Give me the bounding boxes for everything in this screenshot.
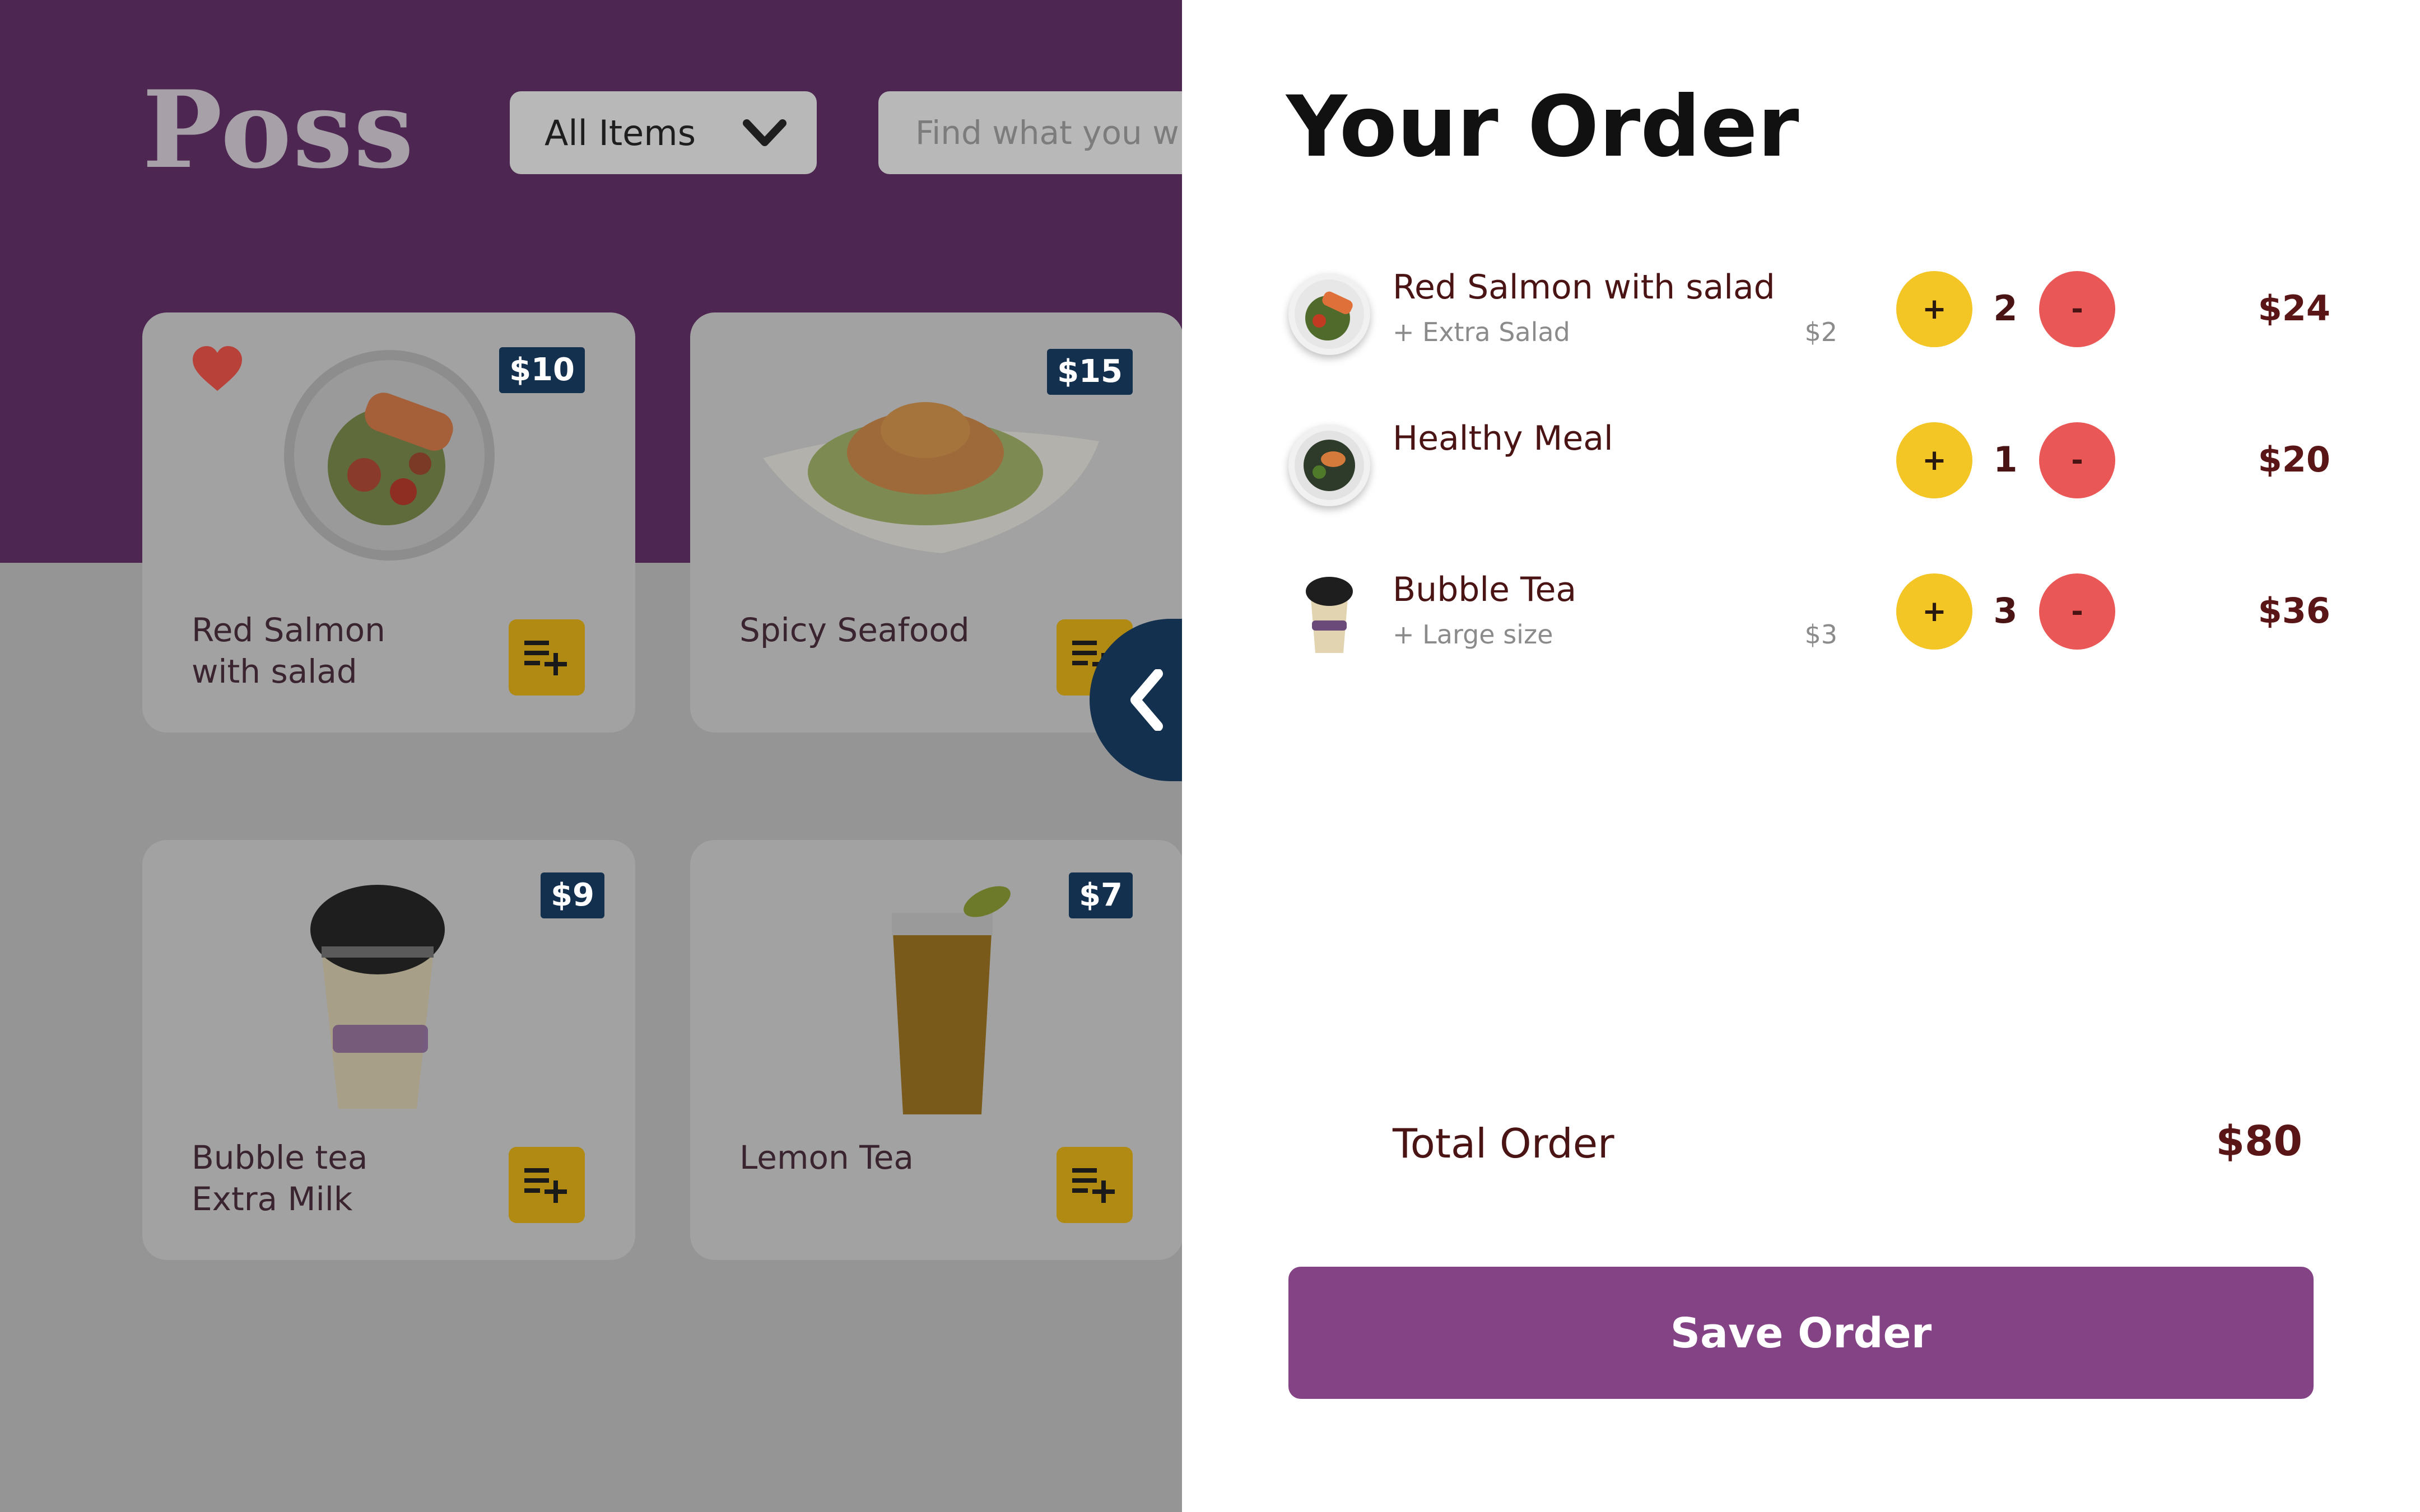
salmon-salad-image — [284, 350, 495, 561]
chevron-down-icon — [743, 119, 787, 146]
playlist-add-icon — [1072, 1168, 1115, 1203]
total-order-value: $80 — [2216, 1117, 2302, 1165]
menu-item-name: Lemon Tea — [739, 1138, 914, 1177]
price-tag: $10 — [499, 347, 585, 393]
order-item-image — [1288, 576, 1370, 657]
decrease-qty-button[interactable]: - — [2039, 422, 2115, 498]
search-box[interactable] — [878, 91, 1182, 174]
chevron-left-icon — [1130, 669, 1163, 731]
playlist-add-icon — [524, 641, 567, 675]
order-item-extra: + Large size — [1393, 619, 1553, 650]
add-to-order-button[interactable] — [1057, 1147, 1133, 1223]
bubble-tea-image — [310, 885, 445, 1109]
menu-item-name: Spicy Seafood — [739, 611, 970, 649]
order-item-extra-price: $2 — [1804, 317, 1837, 347]
total-order-label: Total Order — [1393, 1120, 1614, 1167]
order-item-image — [1288, 273, 1370, 355]
order-item-total: $24 — [2258, 288, 2330, 329]
price-tag: $9 — [541, 872, 604, 918]
order-item-name: Healthy Meal — [1393, 419, 1613, 458]
app-logo: Poss — [142, 67, 415, 192]
order-item-qty: 2 — [1993, 288, 2018, 329]
order-title: Your Order — [1286, 78, 1799, 176]
menu-card[interactable]: $10 Red Salmon with salad — [142, 312, 635, 732]
search-input[interactable] — [878, 91, 1182, 174]
menu-area: Poss All Items $10 Red Salmon with salad — [0, 0, 1182, 1512]
heart-icon[interactable] — [192, 346, 243, 392]
menu-card[interactable]: $7 Lemon Tea — [690, 840, 1182, 1260]
category-dropdown[interactable]: All Items — [510, 91, 817, 174]
price-tag: $7 — [1069, 872, 1133, 918]
category-dropdown-label: All Items — [544, 113, 696, 153]
menu-item-name: Red Salmon with salad — [192, 611, 385, 690]
spicy-seafood-image — [763, 402, 1099, 553]
order-item-total: $36 — [2258, 590, 2330, 631]
order-item: Red Salmon with salad + Extra Salad $2 +… — [1288, 268, 2381, 374]
menu-card[interactable]: $9 Bubble tea Extra Milk — [142, 840, 635, 1260]
order-item-name: Red Salmon with salad — [1393, 268, 1775, 307]
order-item-image — [1288, 424, 1370, 506]
menu-item-name: Bubble tea Extra Milk — [192, 1138, 368, 1218]
order-item: Bubble Tea + Large size $3 + 3 - $36 — [1288, 570, 2381, 676]
order-item-qty: 3 — [1993, 590, 2018, 631]
save-order-button[interactable]: Save Order — [1288, 1267, 2314, 1399]
decrease-qty-button[interactable]: - — [2039, 573, 2115, 650]
order-item: Healthy Meal + 1 - $20 — [1288, 419, 2381, 525]
add-to-order-button[interactable] — [509, 619, 585, 696]
playlist-add-icon — [524, 1168, 567, 1203]
order-item-total: $20 — [2258, 439, 2330, 480]
lemon-tea-image — [892, 886, 1011, 1114]
add-to-order-button[interactable] — [509, 1147, 585, 1223]
decrease-qty-button[interactable]: - — [2039, 271, 2115, 347]
order-item-extra-price: $3 — [1804, 619, 1837, 650]
order-panel: Your Order Red Salmon with salad + Extra… — [1182, 0, 2420, 1512]
increase-qty-button[interactable]: + — [1896, 271, 1972, 347]
order-item-name: Bubble Tea — [1393, 570, 1577, 609]
increase-qty-button[interactable]: + — [1896, 422, 1972, 498]
order-item-qty: 1 — [1993, 439, 2018, 480]
order-item-extra: + Extra Salad — [1393, 317, 1570, 347]
price-tag: $15 — [1047, 349, 1133, 395]
increase-qty-button[interactable]: + — [1896, 573, 1972, 650]
